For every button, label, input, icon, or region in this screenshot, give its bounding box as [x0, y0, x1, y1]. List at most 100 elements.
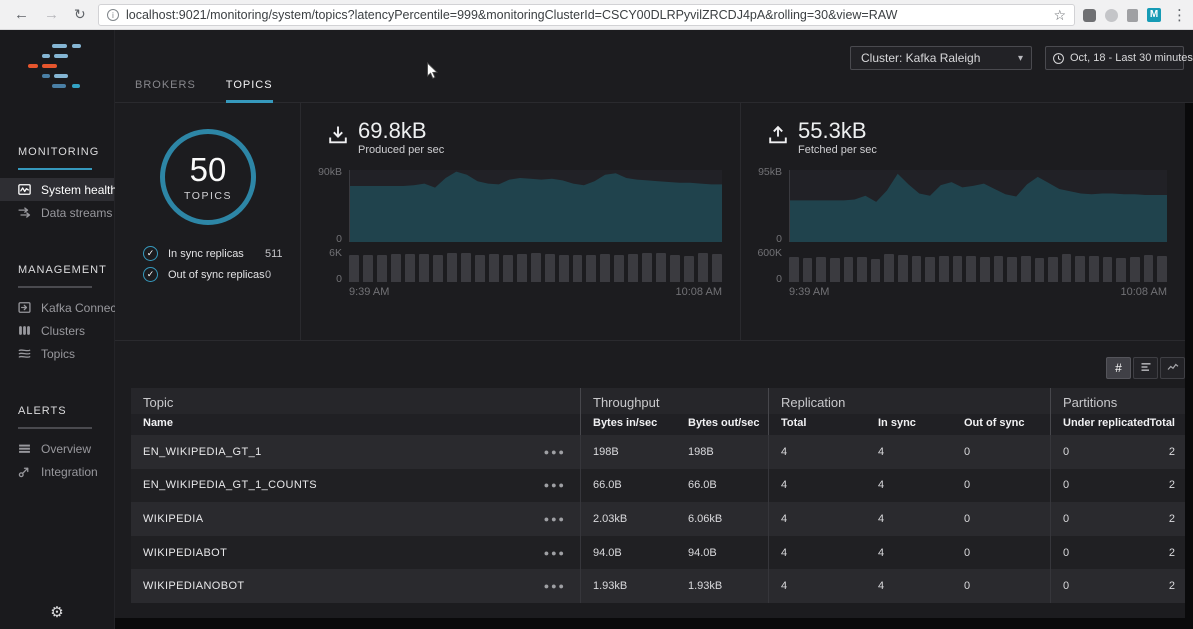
browser-menu-icon[interactable]: ⋮: [1172, 6, 1187, 24]
table-row[interactable]: WIKIPEDIABOT ●●● 94.0B94.0B44002: [131, 536, 1185, 570]
cell-partitions_total: 2: [1135, 502, 1185, 536]
forward-button[interactable]: →: [44, 0, 59, 30]
bar: [628, 254, 638, 282]
extension-icon-m[interactable]: M: [1147, 8, 1161, 22]
row-actions-icon[interactable]: ●●●: [544, 514, 566, 524]
sidebar-item-overview[interactable]: Overview: [0, 437, 114, 460]
cell-bytes_in: 1.93kB: [580, 569, 676, 603]
chart-header: 69.8kB Produced per sec: [301, 103, 740, 156]
sidebar-item-topics[interactable]: Topics: [0, 342, 114, 365]
row-actions-icon[interactable]: ●●●: [544, 548, 566, 558]
bottom-edge: [115, 618, 1193, 629]
axis-tick-label: 600K: [757, 247, 782, 259]
axis-tick-label: 0: [336, 233, 342, 245]
cell-partitions_total: 2: [1135, 469, 1185, 503]
back-button[interactable]: ←: [14, 0, 29, 30]
tab-brokers[interactable]: BROKERS: [135, 79, 196, 103]
area-y-axis: 90kB 0: [305, 170, 349, 242]
extension-icon-square[interactable]: [1083, 9, 1096, 22]
bar: [803, 258, 813, 282]
checkbox-checked-icon[interactable]: ✓: [143, 267, 158, 282]
axis-tick-label: 0: [776, 273, 782, 285]
bar: [447, 253, 457, 282]
sidebar-item-label: Overview: [41, 442, 91, 456]
bar: [391, 254, 401, 282]
sidebar-item-data-streams[interactable]: Data streams: [0, 201, 114, 224]
bar-y-axis: 6K 0: [305, 251, 349, 282]
bar-chart: [789, 251, 1167, 282]
reload-button[interactable]: ↻: [74, 0, 86, 30]
sidebar-item-clusters[interactable]: Clusters: [0, 319, 114, 342]
row-actions-icon[interactable]: ●●●: [544, 447, 566, 457]
cluster-selector[interactable]: Cluster: Kafka Raleigh ▾: [850, 46, 1032, 70]
sidebar-item-integration[interactable]: Integration: [0, 460, 114, 483]
tab-topics[interactable]: TOPICS: [226, 79, 273, 103]
bar: [1157, 256, 1167, 282]
bar: [517, 254, 527, 282]
table-column-headers: NameBytes in/secBytes out/secTotalIn syn…: [131, 414, 1185, 435]
chart-plot-area: 95kB 0 600K 0 9:39 AM 10:08 AM: [741, 170, 1185, 298]
chart-metric-value: 69.8kB: [358, 119, 444, 142]
cell-out_of_sync: 0: [952, 469, 1050, 503]
mouse-cursor: [426, 62, 441, 85]
topic-name-cell: WIKIPEDIABOT ●●●: [131, 536, 580, 570]
bar: [349, 255, 359, 282]
address-bar[interactable]: i localhost:9021/monitoring/system/topic…: [98, 4, 1075, 26]
bar: [844, 257, 854, 282]
page-info-icon[interactable]: i: [107, 9, 119, 21]
sidebar-item-system-health[interactable]: System health: [0, 178, 114, 201]
grid-view-glyph: #: [1115, 361, 1122, 375]
cell-bytes_in: 66.0B: [580, 469, 676, 503]
logo-dash: [72, 44, 81, 48]
main-header: BROKERS TOPICS Cluster: Kafka Raleigh ▾ O…: [115, 30, 1193, 103]
area-y-axis: 95kB 0: [745, 170, 789, 242]
legend-label: Out of sync replicas: [168, 269, 265, 281]
checkbox-checked-icon[interactable]: ✓: [143, 246, 158, 261]
topic-name: EN_WIKIPEDIA_GT_1: [143, 446, 262, 458]
list-view-button[interactable]: [1133, 357, 1158, 379]
cell-in_sync: 4: [866, 435, 952, 469]
cell-rep_total: 4: [768, 469, 866, 503]
nav-section-rule: [18, 168, 92, 170]
sidebar-item-label: Kafka Connect: [41, 301, 120, 315]
table-row[interactable]: WIKIPEDIA ●●● 2.03kB6.06kB44002: [131, 502, 1185, 536]
row-actions-icon[interactable]: ●●●: [544, 581, 566, 591]
bar: [475, 255, 485, 282]
grid-view-button[interactable]: #: [1106, 357, 1131, 379]
browser-chrome: ← → ↻ i localhost:9021/monitoring/system…: [0, 0, 1193, 30]
area-chart: [789, 170, 1167, 242]
line-icon: [1167, 361, 1179, 376]
extension-icon-circle[interactable]: [1105, 9, 1118, 22]
sidebar: MONITORING System healthData streamsMANA…: [0, 30, 115, 629]
table-group-headers: TopicThroughputReplicationPartitions: [131, 388, 1185, 414]
upload-icon: [767, 124, 789, 151]
row-actions-icon[interactable]: ●●●: [544, 480, 566, 490]
bar: [1007, 257, 1017, 282]
legend-value: 511: [265, 248, 283, 260]
extension-icon-bin[interactable]: [1127, 9, 1138, 22]
topics-count-circle: 50 TOPICS: [160, 129, 256, 225]
cell-rep_total: 4: [768, 536, 866, 570]
cell-under_replicated: 0: [1050, 536, 1135, 570]
trend-view-button[interactable]: [1160, 357, 1185, 379]
logo-dash: [28, 64, 38, 68]
logo-dash: [54, 74, 68, 78]
table-row[interactable]: EN_WIKIPEDIA_GT_1 ●●● 198B198B44002: [131, 435, 1185, 469]
table-row[interactable]: WIKIPEDIANOBOT ●●● 1.93kB1.93kB44002: [131, 569, 1185, 603]
cell-rep_total: 4: [768, 502, 866, 536]
table-column-header: Out of sync: [952, 414, 1050, 435]
axis-tick-label: 90kB: [318, 166, 342, 178]
bookmark-star-icon[interactable]: ☆: [1053, 7, 1066, 24]
nav-section-alerts: ALERTS OverviewIntegration: [0, 405, 114, 483]
table-row[interactable]: EN_WIKIPEDIA_GT_1_COUNTS ●●● 66.0B66.0B4…: [131, 469, 1185, 503]
bar: [405, 254, 415, 282]
bar: [830, 258, 840, 282]
topic-name-cell: WIKIPEDIANOBOT ●●●: [131, 569, 580, 603]
cell-bytes_in: 198B: [580, 435, 676, 469]
settings-gear-icon[interactable]: ⚙: [50, 603, 63, 621]
topic-name-cell: WIKIPEDIA ●●●: [131, 502, 580, 536]
time-range-selector[interactable]: Oct, 18 - Last 30 minutes: [1045, 46, 1184, 70]
bar: [670, 255, 680, 282]
cell-out_of_sync: 0: [952, 569, 1050, 603]
sidebar-item-kafka-connect[interactable]: Kafka Connect: [0, 296, 114, 319]
